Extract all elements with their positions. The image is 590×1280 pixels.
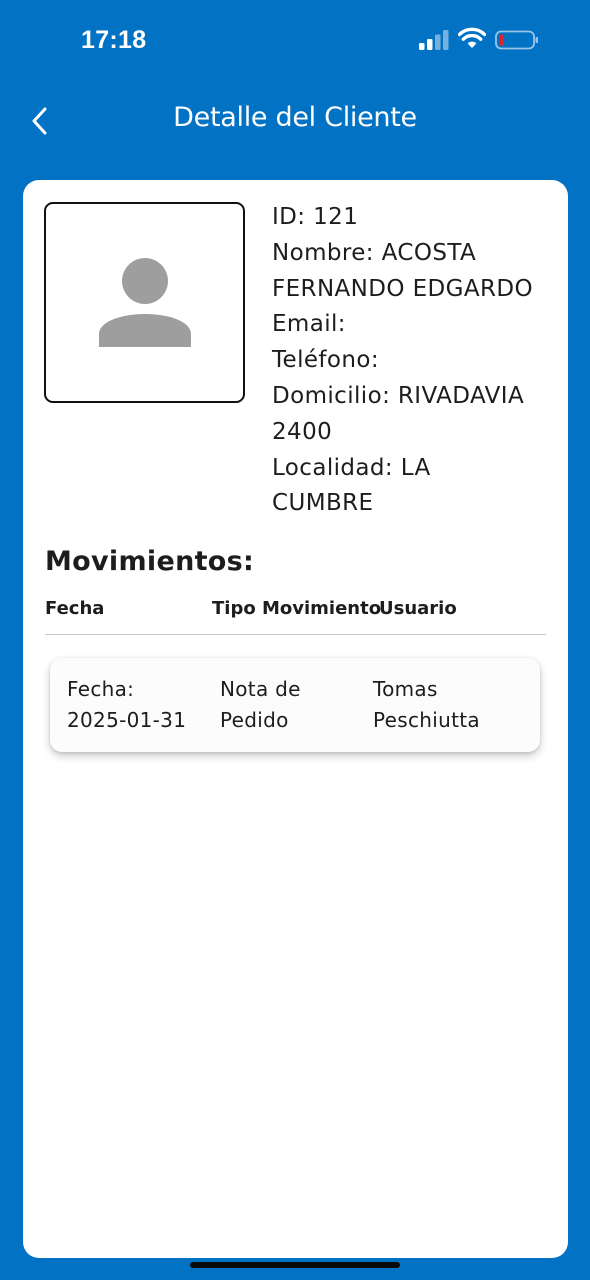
movement-tipo-line-2: Pedido (220, 708, 289, 732)
client-address-line-2: 2400 (272, 418, 333, 445)
column-header-tipo-movimiento: Tipo Movimiento (212, 598, 382, 619)
column-header-usuario: Usuario (379, 598, 457, 619)
cellular-signal-icon (419, 30, 449, 50)
movements-title: Movimientos: (45, 546, 255, 577)
movement-fecha-value: 2025-01-31 (67, 708, 187, 732)
movement-row[interactable]: Fecha: 2025-01-31 Nota de Pedido Tomas P… (50, 658, 540, 752)
wifi-icon (458, 27, 486, 48)
movement-usuario-line-1: Tomas (373, 677, 438, 701)
movements-table-header: Fecha Tipo Movimiento Usuario (45, 598, 546, 635)
client-locality-line-1: Localidad: LA (272, 454, 431, 481)
client-locality-line-2: CUMBRE (272, 490, 374, 517)
client-phone: Teléfono: (272, 347, 379, 374)
person-icon (98, 257, 191, 347)
client-id: ID: 121 (272, 204, 359, 230)
movement-usuario: Tomas Peschiutta (373, 674, 480, 736)
client-name-line-2: FERNANDO EDGARDO (272, 275, 534, 302)
movement-fecha-label: Fecha: (67, 677, 135, 701)
client-email: Email: (272, 311, 346, 338)
movement-tipo-line-1: Nota de (220, 677, 301, 701)
client-address-line-1: Domicilio: RIVADAVIA (272, 382, 525, 409)
page-title: Detalle del Cliente (173, 102, 417, 133)
status-bar: 17:18 (0, 0, 590, 80)
client-detail-card: ID: 121 Nombre: ACOSTA FERNANDO EDGARDO … (23, 180, 568, 1258)
battery-low-icon (495, 30, 538, 50)
avatar (44, 202, 245, 403)
status-time: 17:18 (81, 26, 147, 54)
movement-fecha: Fecha: 2025-01-31 (67, 674, 186, 736)
nav-bar: Detalle del Cliente (0, 80, 590, 162)
movement-usuario-line-2: Peschiutta (373, 708, 480, 732)
column-header-fecha: Fecha (45, 598, 105, 619)
client-name-line-1: Nombre: ACOSTA (272, 239, 477, 266)
client-info: ID: 121 Nombre: ACOSTA FERNANDO EDGARDO … (272, 200, 552, 522)
movement-tipo: Nota de Pedido (220, 674, 301, 736)
home-indicator[interactable] (190, 1262, 400, 1268)
